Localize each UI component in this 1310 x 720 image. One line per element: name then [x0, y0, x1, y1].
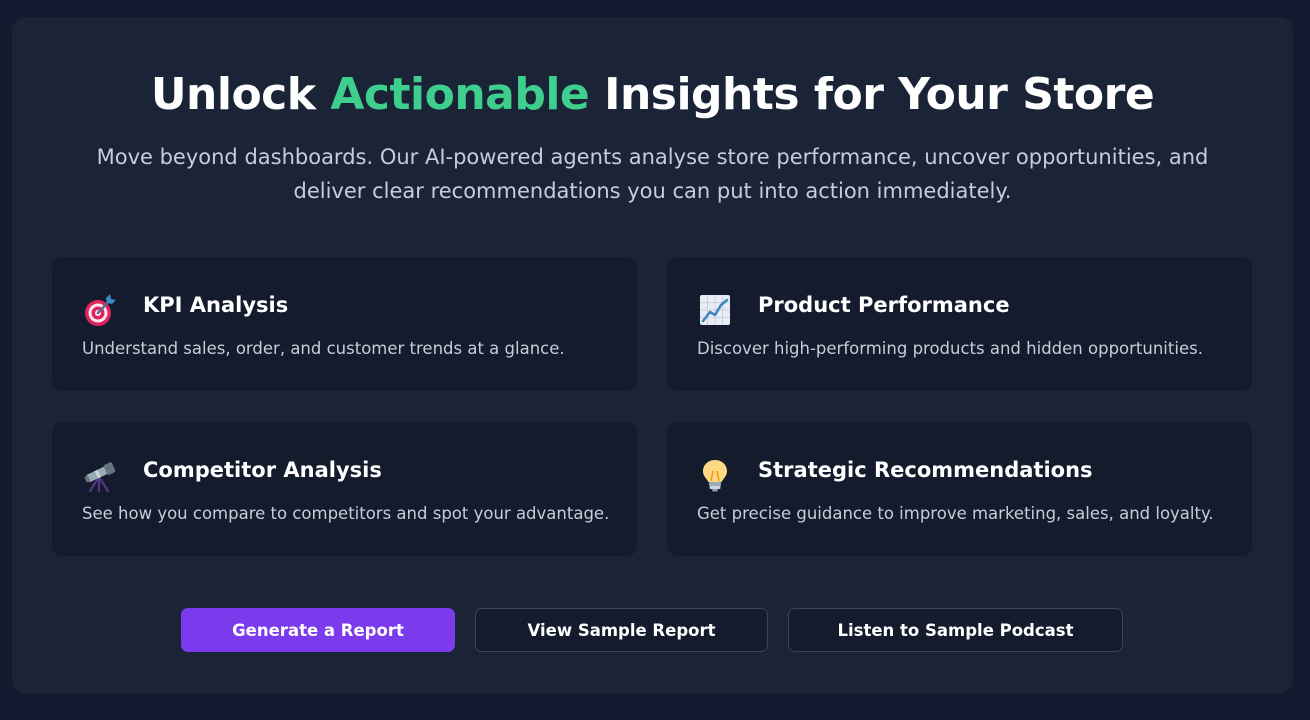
title-accent-word: Actionable — [330, 69, 590, 120]
listen-sample-podcast-button[interactable]: Listen to Sample Podcast — [788, 608, 1123, 652]
feature-card-strategic-recommendations: Strategic Recommendations Get precise gu… — [667, 422, 1252, 556]
feature-description: Get precise guidance to improve marketin… — [697, 504, 1214, 523]
subtitle-line-2: deliver clear recommendations you can pu… — [293, 179, 1012, 203]
view-sample-report-button[interactable]: View Sample Report — [475, 608, 768, 652]
feature-title: KPI Analysis — [143, 293, 289, 317]
telescope-icon — [82, 457, 118, 493]
generate-report-button[interactable]: Generate a Report — [181, 608, 455, 652]
target-icon — [82, 292, 118, 328]
insights-panel: Unlock Actionable Insights for Your Stor… — [12, 17, 1293, 694]
chart-increasing-icon — [697, 292, 733, 328]
feature-card-kpi-analysis: KPI Analysis Understand sales, order, an… — [52, 257, 637, 391]
feature-description: Discover high-performing products and hi… — [697, 339, 1203, 358]
light-bulb-icon — [697, 457, 733, 493]
feature-card-competitor-analysis: Competitor Analysis See how you compare … — [52, 422, 637, 556]
subtitle-line-1: Move beyond dashboards. Our AI-powered a… — [96, 145, 1209, 169]
feature-title: Product Performance — [758, 293, 1010, 317]
page-subtitle: Move beyond dashboards. Our AI-powered a… — [72, 140, 1233, 208]
feature-description: Understand sales, order, and customer tr… — [82, 339, 565, 358]
title-part-end: Insights for Your Store — [589, 69, 1155, 120]
title-part-start: Unlock — [150, 69, 331, 120]
feature-title: Competitor Analysis — [143, 458, 382, 482]
page-title: Unlock Actionable Insights for Your Stor… — [12, 69, 1293, 120]
feature-title: Strategic Recommendations — [758, 458, 1093, 482]
feature-description: See how you compare to competitors and s… — [82, 504, 610, 523]
feature-card-product-performance: Product Performance Discover high-perfor… — [667, 257, 1252, 391]
